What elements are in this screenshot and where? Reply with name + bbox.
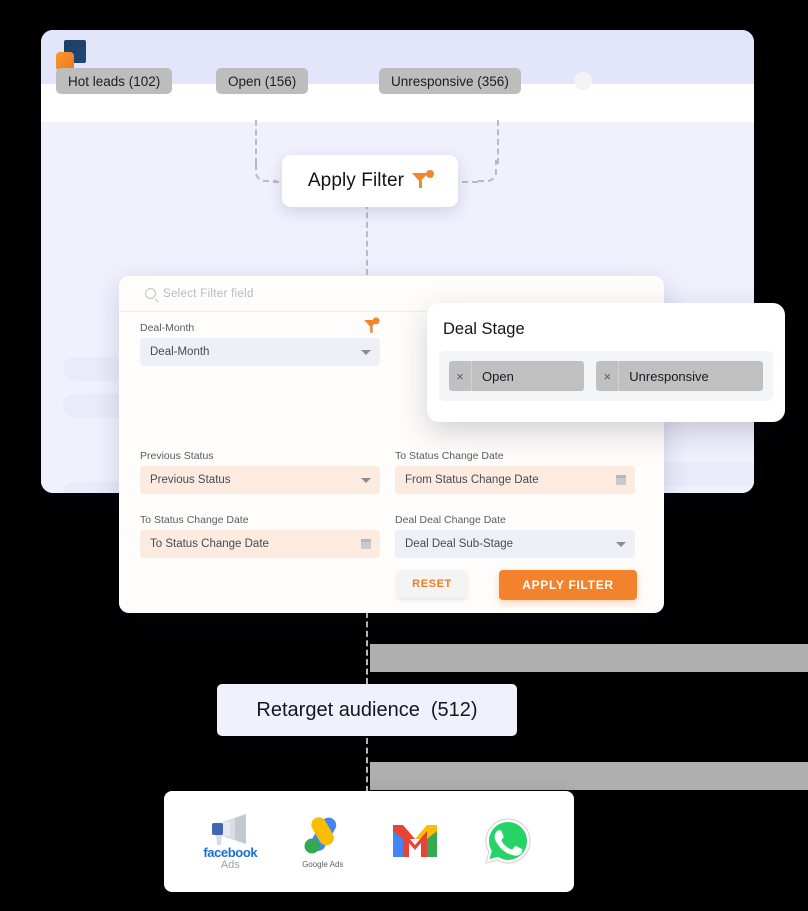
connector-corner-right	[475, 160, 497, 182]
tab-unresponsive[interactable]: Unresponsive (356)	[379, 68, 521, 94]
date-to-status-change-value: To Status Change Date	[150, 538, 269, 550]
date-from-status-change-value: From Status Change Date	[405, 474, 539, 486]
dropdown-deal-sub-stage[interactable]: Deal Deal Sub-Stage	[395, 530, 635, 558]
apply-filter-button[interactable]: APPLY FILTER	[499, 570, 637, 600]
reset-button[interactable]: RESET	[397, 570, 467, 598]
close-icon[interactable]: ×	[596, 361, 620, 391]
connector-corner-left	[255, 160, 277, 182]
deal-stage-chip-unresponsive-label: Unresponsive	[629, 368, 709, 384]
channel-google-ads[interactable]: Google Ads	[285, 804, 361, 880]
dropdown-deal-month-value: Deal-Month	[150, 346, 210, 358]
facebook-ads-label-line1: facebook	[203, 844, 258, 860]
shadow-band	[370, 762, 808, 790]
chevron-down-icon	[616, 542, 626, 547]
apply-filter-badge-label: Apply Filter	[307, 170, 405, 191]
dropdown-deal-sub-stage-value: Deal Deal Sub-Stage	[405, 538, 514, 550]
channel-gmail[interactable]	[377, 804, 453, 880]
dropdown-previous-status-value: Previous Status	[150, 474, 231, 486]
retarget-audience-badge[interactable]: Retarget audience (512)	[217, 684, 517, 736]
dropdown-previous-status[interactable]: Previous Status	[140, 466, 380, 494]
retarget-audience-count: (512)	[430, 698, 478, 721]
tab-hot-leads[interactable]: Hot leads (102)	[56, 68, 173, 94]
channel-facebook-ads[interactable]: facebook Ads	[192, 804, 268, 880]
connector-line-to-channels	[366, 738, 368, 792]
calendar-icon[interactable]	[616, 475, 626, 485]
funnel-plus-icon	[412, 170, 435, 190]
chevron-down-icon	[361, 350, 371, 355]
facebook-ads-megaphone-icon	[212, 813, 247, 845]
whatsapp-icon	[484, 817, 531, 864]
calendar-icon[interactable]	[361, 539, 371, 549]
gmail-icon	[393, 824, 438, 857]
tab-overflow-dot[interactable]	[574, 72, 592, 90]
deal-stage-title: Deal Stage	[443, 320, 525, 338]
dropdown-deal-month[interactable]: Deal-Month	[140, 338, 380, 366]
connector-line-to-retarget	[366, 612, 368, 684]
label-from-status-change-date: To Status Change Date	[395, 450, 504, 462]
channel-whatsapp[interactable]	[470, 804, 546, 880]
connector-line-unresponsive	[497, 120, 499, 164]
label-deal-month: Deal-Month	[140, 322, 195, 334]
deal-stage-chip-open-label: Open	[482, 368, 514, 384]
deal-stage-chip-open[interactable]: × Open	[449, 361, 585, 391]
tab-open[interactable]: Open (156)	[216, 68, 309, 94]
channels-card: facebook Ads Google Ads	[164, 791, 574, 892]
chevron-down-icon	[361, 478, 371, 483]
deal-stage-chip-unresponsive[interactable]: × Unresponsive	[596, 361, 763, 391]
facebook-ads-label-line2: Ads	[220, 859, 240, 872]
deal-stage-chip-container[interactable]: × Open × Unresponsive	[439, 351, 773, 401]
google-ads-label: Google Ads	[302, 860, 344, 869]
screenshot-root: Hot leads (102) Open (156) Unresponsive …	[0, 0, 808, 911]
connector-line-open	[255, 120, 257, 164]
deal-stage-popover: Deal Stage × Open × Unresponsive	[427, 303, 785, 422]
date-from-status-change[interactable]: From Status Change Date	[395, 466, 635, 494]
label-deal-deal-change-date: Deal Deal Change Date	[395, 514, 506, 526]
apply-filter-badge[interactable]: Apply Filter	[282, 155, 458, 207]
label-to-status-change-date: To Status Change Date	[140, 514, 249, 526]
date-to-status-change[interactable]: To Status Change Date	[140, 530, 380, 558]
filter-search-placeholder: Select Filter field	[163, 287, 254, 300]
close-icon[interactable]: ×	[449, 361, 472, 391]
shadow-band	[370, 644, 808, 672]
label-previous-status: Previous Status	[140, 450, 214, 462]
search-icon	[145, 288, 156, 299]
google-ads-icon	[304, 817, 336, 854]
connector-line-to-filter	[366, 203, 368, 275]
funnel-plus-icon	[364, 317, 380, 333]
retarget-audience-label: Retarget audience	[256, 698, 420, 721]
